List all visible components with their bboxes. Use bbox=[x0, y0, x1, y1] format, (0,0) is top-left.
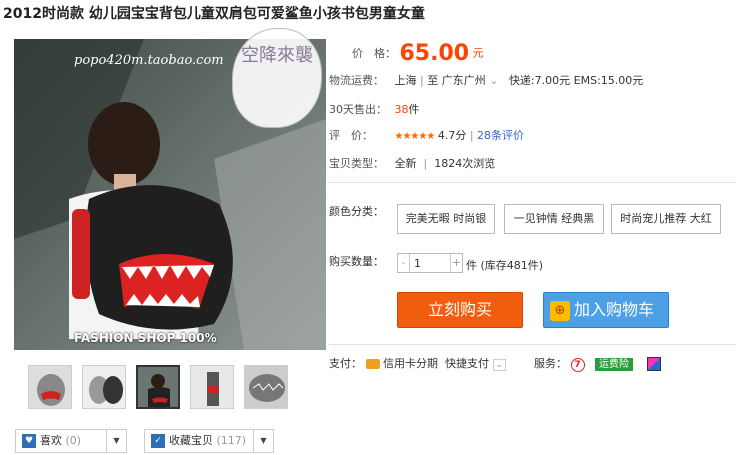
credit-card-icon bbox=[365, 359, 380, 369]
type-label: 宝贝类型： bbox=[329, 157, 384, 170]
rating-row: 评 价： ★★★★★ 4.7分 | 28条评价 bbox=[329, 129, 525, 142]
chevron-down-icon[interactable]: ⌄ bbox=[486, 74, 498, 87]
payment-row: 支付： 信用卡分期 快捷支付 ⌄ 服务： 7 运费险 bbox=[329, 355, 662, 372]
express-fee: 快递:7.00元 bbox=[508, 74, 571, 87]
thumbnail-2[interactable] bbox=[82, 365, 126, 409]
chevron-down-icon[interactable]: ▼ bbox=[253, 430, 273, 452]
payment-label: 支付： bbox=[329, 357, 362, 370]
qty-unit: 件 bbox=[466, 259, 477, 272]
chevron-down-icon[interactable]: ▼ bbox=[106, 430, 126, 452]
thumbnail-image bbox=[83, 366, 125, 408]
product-page: 2012时尚款 幼儿园宝宝背包儿童双肩包可爱鲨鱼小孩书包男童女童 popo420… bbox=[0, 0, 736, 455]
color-label: 颜色分类： bbox=[329, 205, 384, 218]
image-banner: FASHION SHOP 100% bbox=[74, 331, 217, 345]
thumbnail-1[interactable] bbox=[28, 365, 72, 409]
promo-stamp: 空降來襲 bbox=[232, 28, 322, 128]
payment-dropdown[interactable]: ⌄ bbox=[492, 359, 507, 371]
qty-label: 购买数量： bbox=[329, 255, 384, 268]
sold-row: 30天售出： 38件 bbox=[329, 101, 420, 117]
shipping-to[interactable]: 广东广州 bbox=[442, 74, 486, 87]
thumbnail-4[interactable] bbox=[190, 365, 234, 409]
like-button[interactable]: ♥ 喜欢 (0) ▼ bbox=[15, 429, 127, 453]
price-label: 价 格： bbox=[352, 46, 396, 60]
collect-label: 收藏宝贝 bbox=[169, 434, 213, 447]
heart-icon: ♥ bbox=[22, 434, 36, 448]
price-value: 65.00 bbox=[399, 41, 470, 66]
shipping-from: 上海 bbox=[394, 74, 417, 87]
qty-info: 件 (库存481件) bbox=[466, 257, 543, 273]
like-count: (0) bbox=[65, 434, 82, 447]
thumbnail-image bbox=[29, 366, 71, 408]
thumbnail-image bbox=[138, 367, 178, 407]
service-label: 服务： bbox=[534, 357, 568, 370]
color-option-silver[interactable]: 完美无暇 时尚银 bbox=[397, 204, 495, 234]
rating-label: 评 价： bbox=[329, 129, 373, 142]
sold-value: 38 bbox=[394, 103, 409, 116]
cart-icon: ⊕ bbox=[550, 300, 570, 321]
thumbnail-image bbox=[245, 366, 287, 408]
image-watermark: popo420m.taobao.com bbox=[74, 53, 224, 68]
divider bbox=[329, 344, 736, 345]
quantity-stepper[interactable]: - 1 + bbox=[397, 253, 463, 273]
sold-unit: 件 bbox=[408, 103, 420, 116]
color-option-black[interactable]: 一见钟情 经典黑 bbox=[504, 204, 604, 234]
color-option-red[interactable]: 时尚宠儿推荐 大红 bbox=[611, 204, 721, 234]
quick-pay[interactable]: 快捷支付 bbox=[445, 357, 489, 370]
qty-plus-button[interactable]: + bbox=[450, 254, 462, 272]
thumbnail-image bbox=[191, 366, 233, 408]
ems-fee: EMS:15.00元 bbox=[573, 74, 644, 87]
collect-button[interactable]: ✓ 收藏宝贝 (117) ▼ bbox=[144, 429, 274, 453]
qty-minus-button[interactable]: - bbox=[398, 254, 410, 272]
divider bbox=[329, 182, 736, 183]
add-to-cart-button[interactable]: ⊕ 加入购物车 bbox=[543, 292, 669, 328]
sold-label: 30天售出： bbox=[329, 103, 387, 116]
reviews-link[interactable]: 28条评价 bbox=[477, 129, 524, 142]
add-to-cart-label: 加入购物车 bbox=[574, 300, 655, 319]
type-row: 宝贝类型： 全新 | 1824次浏览 bbox=[329, 157, 496, 170]
type-value: 全新 bbox=[394, 157, 417, 170]
price-row: 价 格： 65.00 元 bbox=[352, 41, 484, 66]
view-count: 1824次浏览 bbox=[434, 157, 496, 170]
shipping-insurance-badge[interactable]: 运费险 bbox=[595, 358, 634, 371]
qty-input[interactable]: 1 bbox=[414, 257, 421, 270]
thumbnail-5[interactable] bbox=[244, 365, 288, 409]
collect-count: (117) bbox=[216, 434, 247, 447]
price-unit: 元 bbox=[472, 46, 484, 60]
bookmark-icon: ✓ bbox=[151, 434, 165, 448]
consumer-protection-icon[interactable] bbox=[647, 357, 662, 371]
shipping-label: 物流运费： bbox=[329, 74, 384, 87]
shipping-row: 物流运费： 上海 | 至 广东广州 ⌄ 快递:7.00元 EMS:15.00元 bbox=[329, 74, 644, 87]
shipping-to-sep: 至 bbox=[427, 74, 439, 87]
thumbnail-3[interactable] bbox=[136, 365, 180, 409]
rating-stars: ★★★★★ bbox=[394, 131, 436, 142]
shipping-to-select[interactable]: 广东广州 ⌄ bbox=[442, 74, 499, 87]
qty-stock: (库存481件) bbox=[480, 259, 544, 272]
rating-score: 4.7分 bbox=[437, 129, 467, 142]
credit-installment[interactable]: 信用卡分期 bbox=[383, 357, 438, 370]
seven-day-return-icon[interactable]: 7 bbox=[570, 358, 585, 372]
buy-now-button[interactable]: 立刻购买 bbox=[397, 292, 523, 328]
product-title: 2012时尚款 幼儿园宝宝背包儿童双肩包可爱鲨鱼小孩书包男童女童 bbox=[3, 6, 425, 22]
like-label: 喜欢 bbox=[40, 434, 62, 447]
